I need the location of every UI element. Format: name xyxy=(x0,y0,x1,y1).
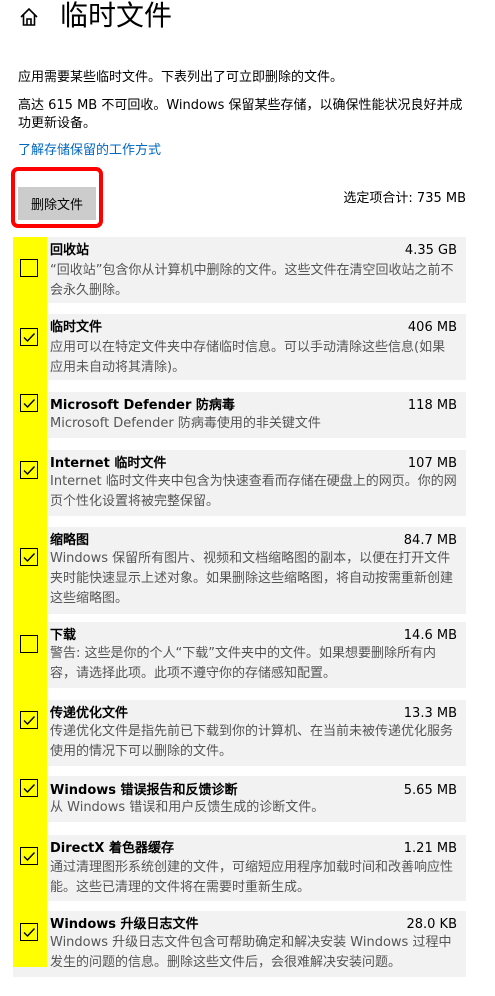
item-title: DirectX 着色器缓存 xyxy=(50,841,174,856)
item-description: Windows 保留所有图片、视频和文档缩略图的副本，以便在打开文件夹时能快速显… xyxy=(50,551,454,606)
checkmark-icon xyxy=(23,553,36,563)
list-item: Windows 升级日志文件 28.0 KB Windows 升级日志文件包含可帮助… xyxy=(13,911,466,977)
item-size: 84.7 MB xyxy=(403,533,457,548)
item-size: 107 MB xyxy=(407,456,457,471)
list-item: 缩略图 84.7 MB Windows 保留所有图片、视频和文档缩略图的副本，以便在… xyxy=(13,527,466,614)
item-checkbox[interactable] xyxy=(20,635,38,653)
item-size: 118 MB xyxy=(407,398,457,413)
item-description: 从 Windows 错误和用户反馈生成的诊断文件。 xyxy=(50,800,325,815)
checkmark-icon xyxy=(23,784,36,794)
list-item: Windows 错误报告和反馈诊断 5.65 MB 从 Windows 错误和用户反… xyxy=(13,776,466,822)
home-icon[interactable] xyxy=(18,6,40,28)
item-size: 28.0 KB xyxy=(406,917,457,932)
item-title: 缩略图 xyxy=(50,533,90,548)
list-item: 临时文件 406 MB 应用可以在特定文件夹中存储临时信息。可以手动清除这些信息(如… xyxy=(13,314,466,380)
item-description: “回收站”包含你从计算机中删除的文件。这些文件在清空回收站之前不会永久删除。 xyxy=(50,263,454,298)
item-checkbox[interactable] xyxy=(20,328,38,346)
item-title: 回收站 xyxy=(50,243,90,258)
item-size: 13.3 MB xyxy=(403,706,457,721)
description-line1: 应用需要某些临时文件。下表列出了可立即删除的文件。 xyxy=(18,70,344,85)
header: 临时文件 xyxy=(0,0,495,40)
item-checkbox[interactable] xyxy=(20,548,38,566)
item-checkbox[interactable] xyxy=(20,259,38,277)
item-title: Internet 临时文件 xyxy=(50,456,167,471)
item-title: 下载 xyxy=(50,628,77,643)
checkmark-icon xyxy=(23,716,36,726)
item-description: 警告: 这些是你的个人“下载”文件夹中的文件。如果想要删除所有内容，请选择此项。… xyxy=(50,646,436,681)
item-description: 应用可以在特定文件夹中存储临时信息。可以手动清除这些信息(如果应用未自动将其清除… xyxy=(50,340,446,375)
item-description: 通过清理图形系统创建的文件，可缩短应用程序加载时间和改善响应性能。这些已清理的文… xyxy=(50,860,454,895)
item-description: Microsoft Defender 防病毒使用的非关键文件 xyxy=(50,416,321,431)
item-title: Microsoft Defender 防病毒 xyxy=(50,398,235,413)
list-item: 下载 14.6 MB 警告: 这些是你的个人“下载”文件夹中的文件。如果想要删除所有… xyxy=(13,622,466,688)
list-item: DirectX 着色器缓存 1.21 MB 通过清理图形系统创建的文件，可缩短应用程… xyxy=(13,835,466,901)
item-description: Windows 升级日志文件包含可帮助确定和解决安装 Windows 过程中发生… xyxy=(50,935,452,970)
checkmark-icon xyxy=(23,333,36,343)
list-item: 传递优化文件 13.3 MB 传递优化文件是指先前已下载到你的计算机、在当前未被传递… xyxy=(13,700,466,766)
page-title: 临时文件 xyxy=(60,0,173,32)
checkmark-icon xyxy=(23,928,36,938)
learn-storage-reserve-link[interactable]: 了解存储保留的工作方式 xyxy=(18,142,161,160)
item-size: 406 MB xyxy=(407,320,457,335)
item-title: 临时文件 xyxy=(50,320,103,335)
list-item: Microsoft Defender 防病毒 118 MB Microsoft De… xyxy=(13,392,466,438)
item-size: 1.21 MB xyxy=(403,841,457,856)
item-checkbox[interactable] xyxy=(20,711,38,729)
delete-files-button[interactable]: 删除文件 xyxy=(18,187,96,220)
item-size: 14.6 MB xyxy=(403,628,457,643)
checkmark-icon xyxy=(23,852,36,862)
item-checkbox[interactable] xyxy=(20,847,38,865)
selected-total: 选定项合计: 735 MB xyxy=(343,191,466,206)
list-item: 回收站 4.35 GB “回收站”包含你从计算机中删除的文件。这些文件在清空回收站之… xyxy=(13,237,466,303)
description-line2: 高达 615 MB 不可回收。Windows 保留某些存储，以确保性能状况良好并… xyxy=(18,98,463,131)
item-checkbox[interactable] xyxy=(20,779,38,797)
item-title: 传递优化文件 xyxy=(50,706,129,721)
item-checkbox[interactable] xyxy=(20,923,38,941)
item-description: Internet 临时文件夹中包含为快速查看而存储在硬盘上的网页。你的网页个性化… xyxy=(50,474,457,509)
item-size: 4.35 GB xyxy=(404,243,457,258)
item-description: 传递优化文件是指先前已下载到你的计算机、在当前未被传递优化服务使用的情况下可以删… xyxy=(50,724,454,759)
item-checkbox[interactable] xyxy=(20,461,38,479)
item-title: Windows 升级日志文件 xyxy=(50,917,199,932)
list-item: Internet 临时文件 107 MB Internet 临时文件夹中包含为快速查… xyxy=(13,450,466,516)
item-checkbox[interactable] xyxy=(20,394,38,412)
checkmark-icon xyxy=(23,466,36,476)
checkmark-icon xyxy=(23,399,36,409)
